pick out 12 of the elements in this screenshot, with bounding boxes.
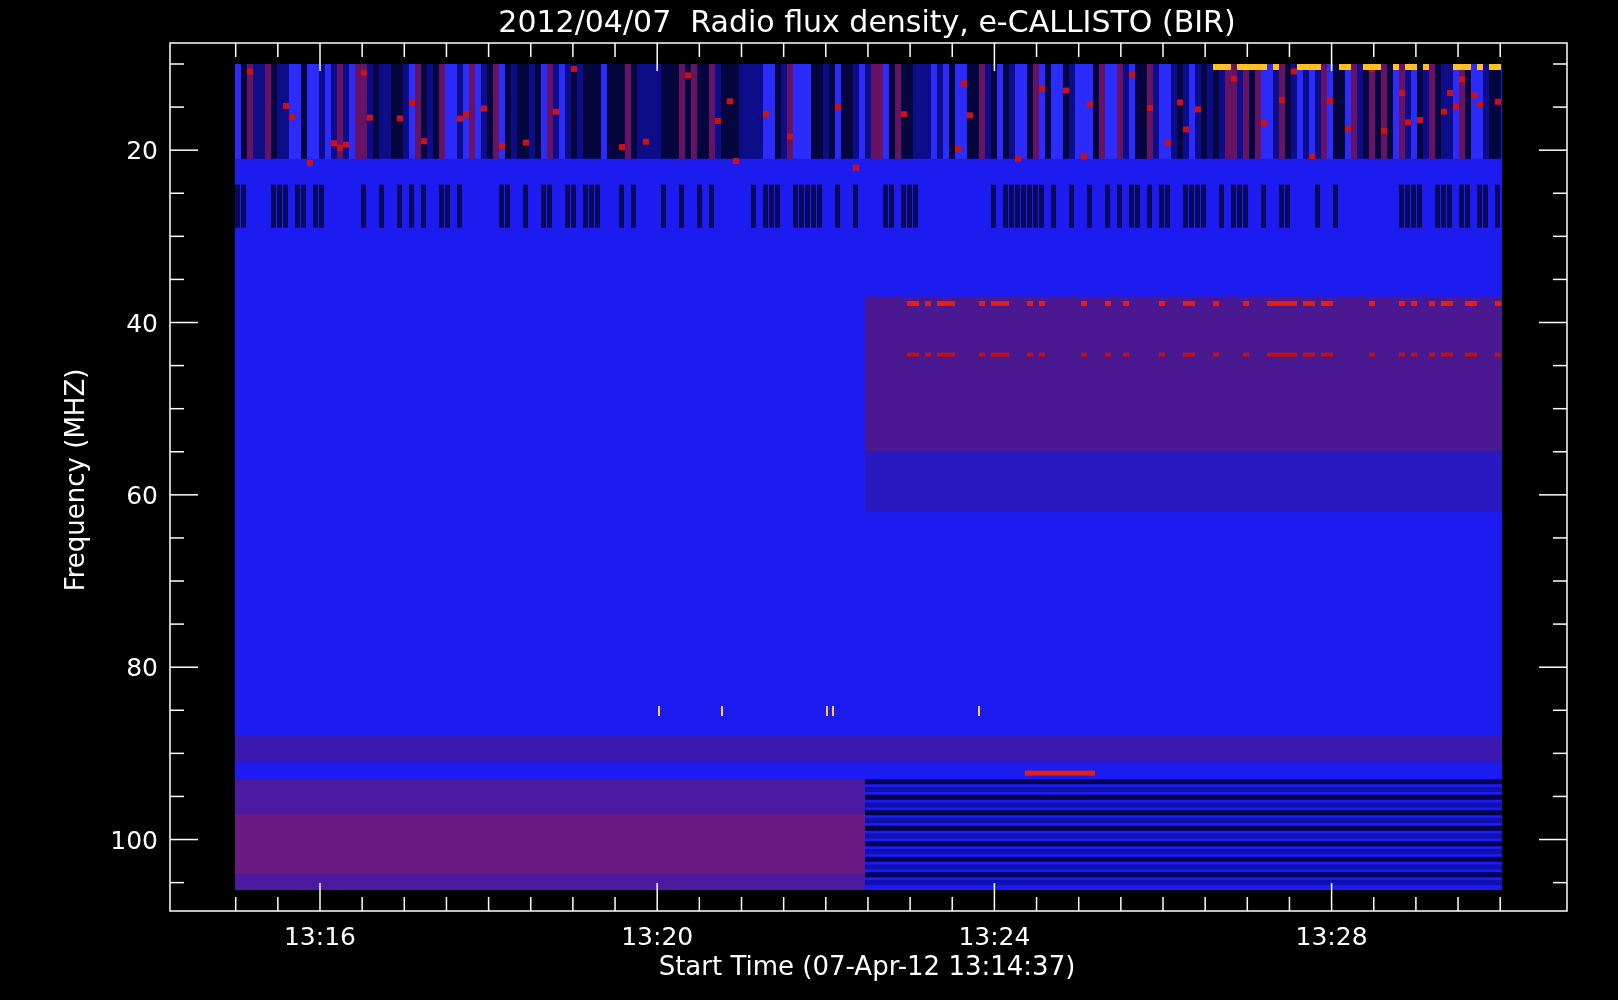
y-tick-label: 80 — [126, 653, 158, 683]
y-tick-label: 40 — [126, 308, 158, 338]
y-tick-label: 20 — [126, 136, 158, 166]
x-tick-label: 13:20 — [621, 922, 694, 951]
y-tick-label: 60 — [126, 480, 158, 510]
y-axis-label: Frequency (MHZ) — [60, 368, 90, 592]
y-tick-label: 100 — [110, 825, 158, 855]
chart-title: 2012/04/07 Radio flux density, e-CALLISTO (BIR) — [498, 4, 1236, 39]
x-axis-label: Start Time (07-Apr-12 13:14:37) — [658, 951, 1076, 981]
x-tick-label: 13:16 — [284, 922, 356, 951]
x-tick-label: 13:28 — [1295, 922, 1368, 951]
x-tick-label: 13:24 — [958, 922, 1031, 951]
